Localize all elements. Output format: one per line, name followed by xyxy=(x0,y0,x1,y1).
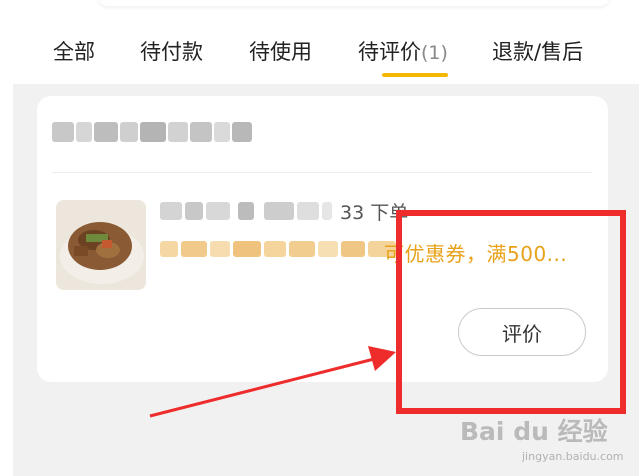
watermark-sub: jingyan.baidu.com xyxy=(522,450,624,463)
baidu-watermark: Bai du 经验 jingyan.baidu.com xyxy=(460,408,635,470)
annotation-arrow xyxy=(149,346,396,418)
watermark-main: Bai du 经验 xyxy=(460,417,608,446)
